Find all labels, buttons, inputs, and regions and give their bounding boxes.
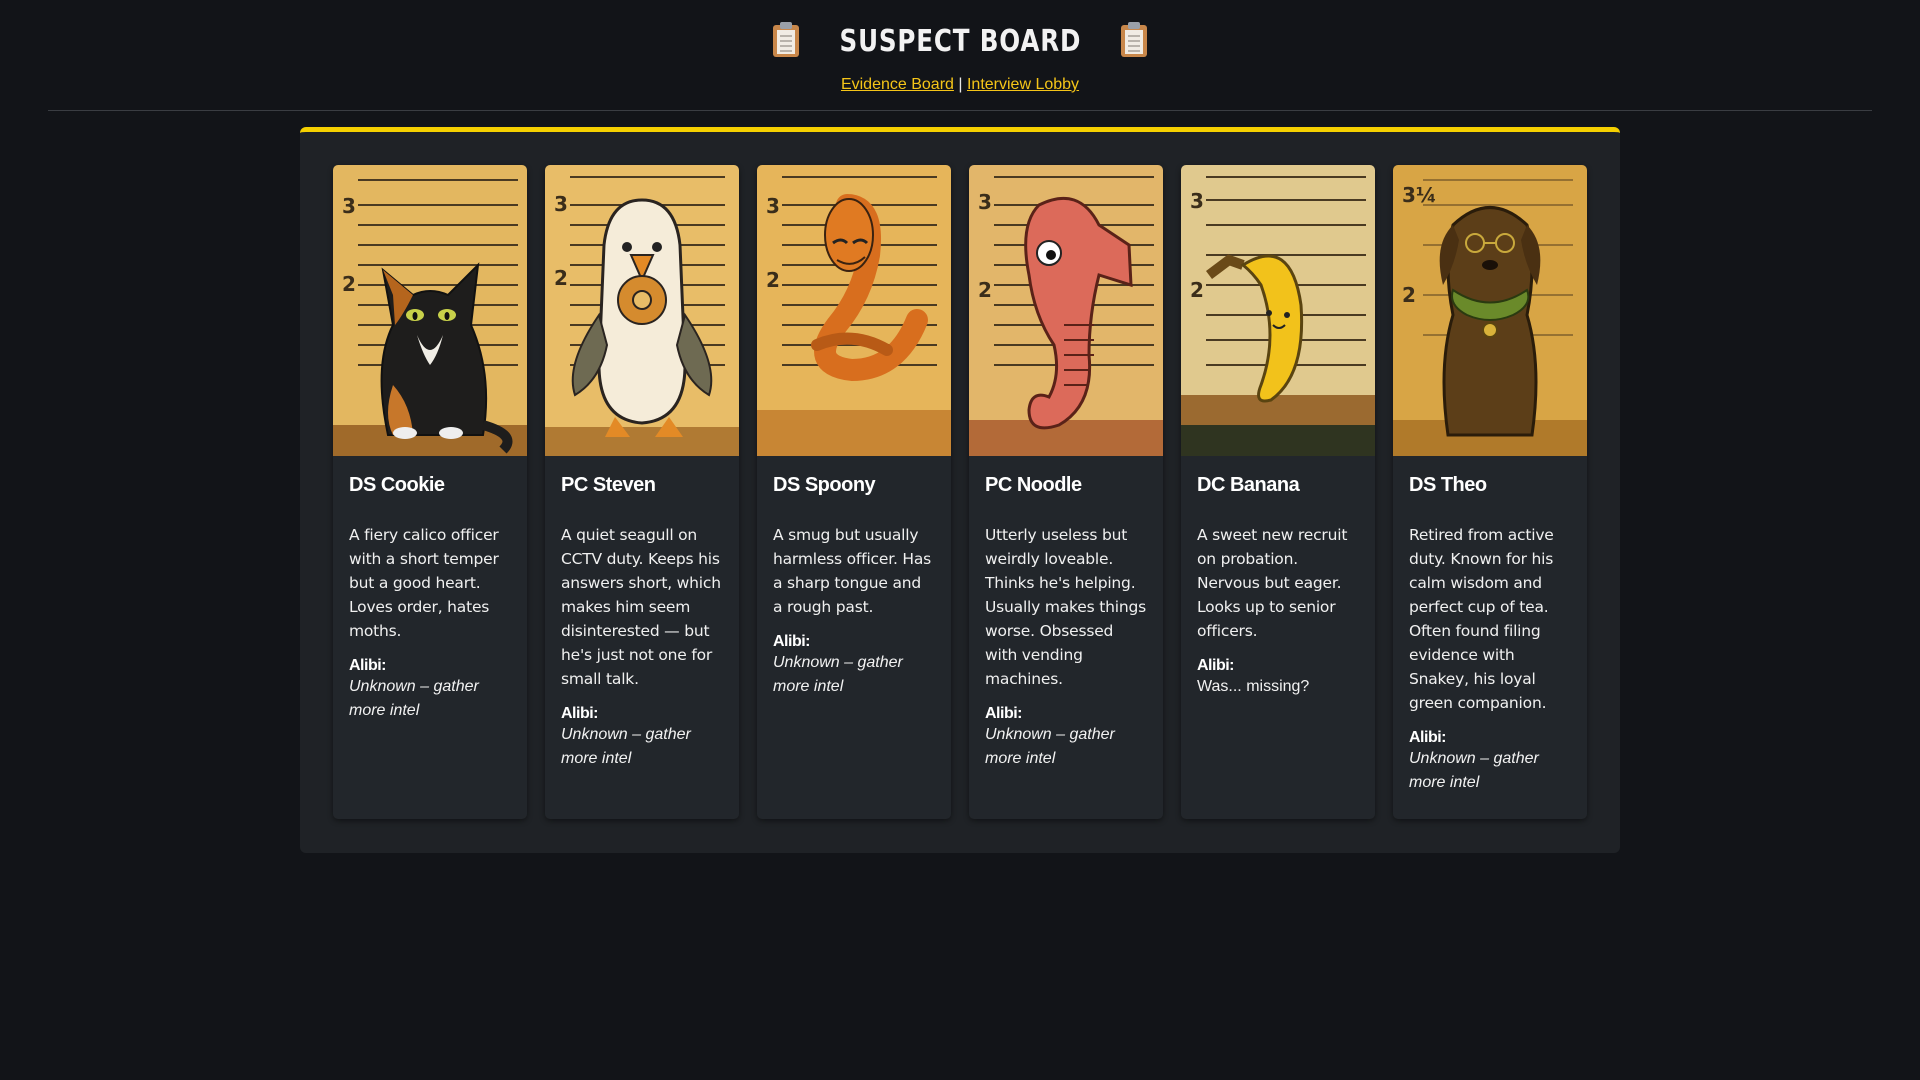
svg-text:3: 3	[1190, 189, 1204, 213]
alibi-label: Alibi:	[1197, 657, 1235, 674]
suspect-description: Retired from active duty. Known for his …	[1409, 526, 1554, 712]
svg-text:2: 2	[978, 278, 992, 302]
clipboard-icon	[1121, 22, 1148, 57]
seagull-with-donut-mugshot: 3 2	[545, 165, 739, 456]
title-row: Suspect Board	[0, 18, 1920, 64]
calico-cat-mugshot: 3 2	[333, 165, 527, 456]
alibi-value: Unknown – gather more intel	[561, 726, 691, 767]
nav-link-interview-lobby[interactable]: Interview Lobby	[967, 76, 1079, 93]
suspect-name: PC Noodle	[985, 474, 1082, 496]
suspect-name: DS Cookie	[349, 474, 445, 496]
top-nav: Evidence Board | Interview Lobby	[0, 76, 1920, 94]
svg-text:2: 2	[1402, 283, 1416, 307]
suspect-name: PC Steven	[561, 474, 656, 496]
suspect-description: Utterly useless but weirdly loveable. Th…	[985, 526, 1146, 688]
banana-mugshot: 3 2	[1181, 165, 1375, 456]
alibi-value: Unknown – gather more intel	[773, 654, 903, 695]
svg-text:3: 3	[766, 194, 780, 218]
header-divider	[48, 110, 1872, 111]
suspect-board-panel: 3 2 DS Cookie A fiery calico officer wit…	[300, 127, 1620, 853]
svg-text:2: 2	[1190, 278, 1204, 302]
dog-with-snake-mugshot: 3¼ 2	[1393, 165, 1587, 456]
suspect-description: A quiet seagull on CCTV duty. Keeps his …	[561, 526, 721, 688]
suspect-description: A sweet new recruit on probation. Nervou…	[1197, 526, 1348, 640]
svg-text:2: 2	[766, 268, 780, 292]
suspect-description: A smug but usually harmless officer. Has…	[773, 526, 932, 616]
svg-text:3¼: 3¼	[1402, 183, 1437, 207]
alibi-label: Alibi:	[349, 657, 387, 674]
suspect-card[interactable]: 3 2 PC Steven A quiet seagull on CCTV du…	[545, 165, 739, 819]
nav-separator: |	[958, 76, 963, 93]
alibi-label: Alibi:	[985, 705, 1023, 722]
svg-text:3: 3	[978, 190, 992, 214]
suspect-name: DS Spoony	[773, 474, 876, 496]
suspect-card[interactable]: 3 2 DC Banana A sweet new recruit on pro…	[1181, 165, 1375, 819]
suspect-card[interactable]: 3 2 DS Cookie A fiery calico officer wit…	[333, 165, 527, 819]
suspect-card[interactable]: 3¼ 2 DS Theo Retired from active duty. K…	[1393, 165, 1587, 819]
suspect-card[interactable]: 3 2 PC Noodle Utterly useless but weirdl…	[969, 165, 1163, 819]
suspect-name: DC Banana	[1197, 474, 1300, 496]
suspect-card-list: 3 2 DS Cookie A fiery calico officer wit…	[333, 165, 1587, 819]
svg-text:3: 3	[342, 194, 356, 218]
alibi-label: Alibi:	[1409, 729, 1447, 746]
alibi-value: Unknown – gather more intel	[985, 726, 1115, 767]
svg-text:2: 2	[342, 272, 356, 296]
alibi-value: Unknown – gather more intel	[1409, 750, 1539, 791]
svg-text:3: 3	[554, 192, 568, 216]
suspect-description: A fiery calico officer with a short temp…	[349, 526, 499, 640]
alibi-value: Unknown – gather more intel	[349, 678, 479, 719]
alibi-label: Alibi:	[561, 705, 599, 722]
snake-mugshot: 3 2	[757, 165, 951, 456]
clipboard-icon	[772, 22, 799, 57]
page-header: Suspect Board Evidence Board | Interview…	[0, 0, 1920, 94]
suspect-name: DS Theo	[1409, 474, 1487, 496]
alibi-label: Alibi:	[773, 633, 811, 650]
seahorse-mugshot: 3 2	[969, 165, 1163, 456]
suspect-card[interactable]: 3 2 DS Spoony A smug but usually harmles…	[757, 165, 951, 819]
page-title: Suspect Board	[839, 23, 1081, 59]
alibi-value: Was... missing?	[1197, 678, 1310, 695]
nav-link-evidence-board[interactable]: Evidence Board	[841, 76, 954, 93]
svg-text:2: 2	[554, 266, 568, 290]
